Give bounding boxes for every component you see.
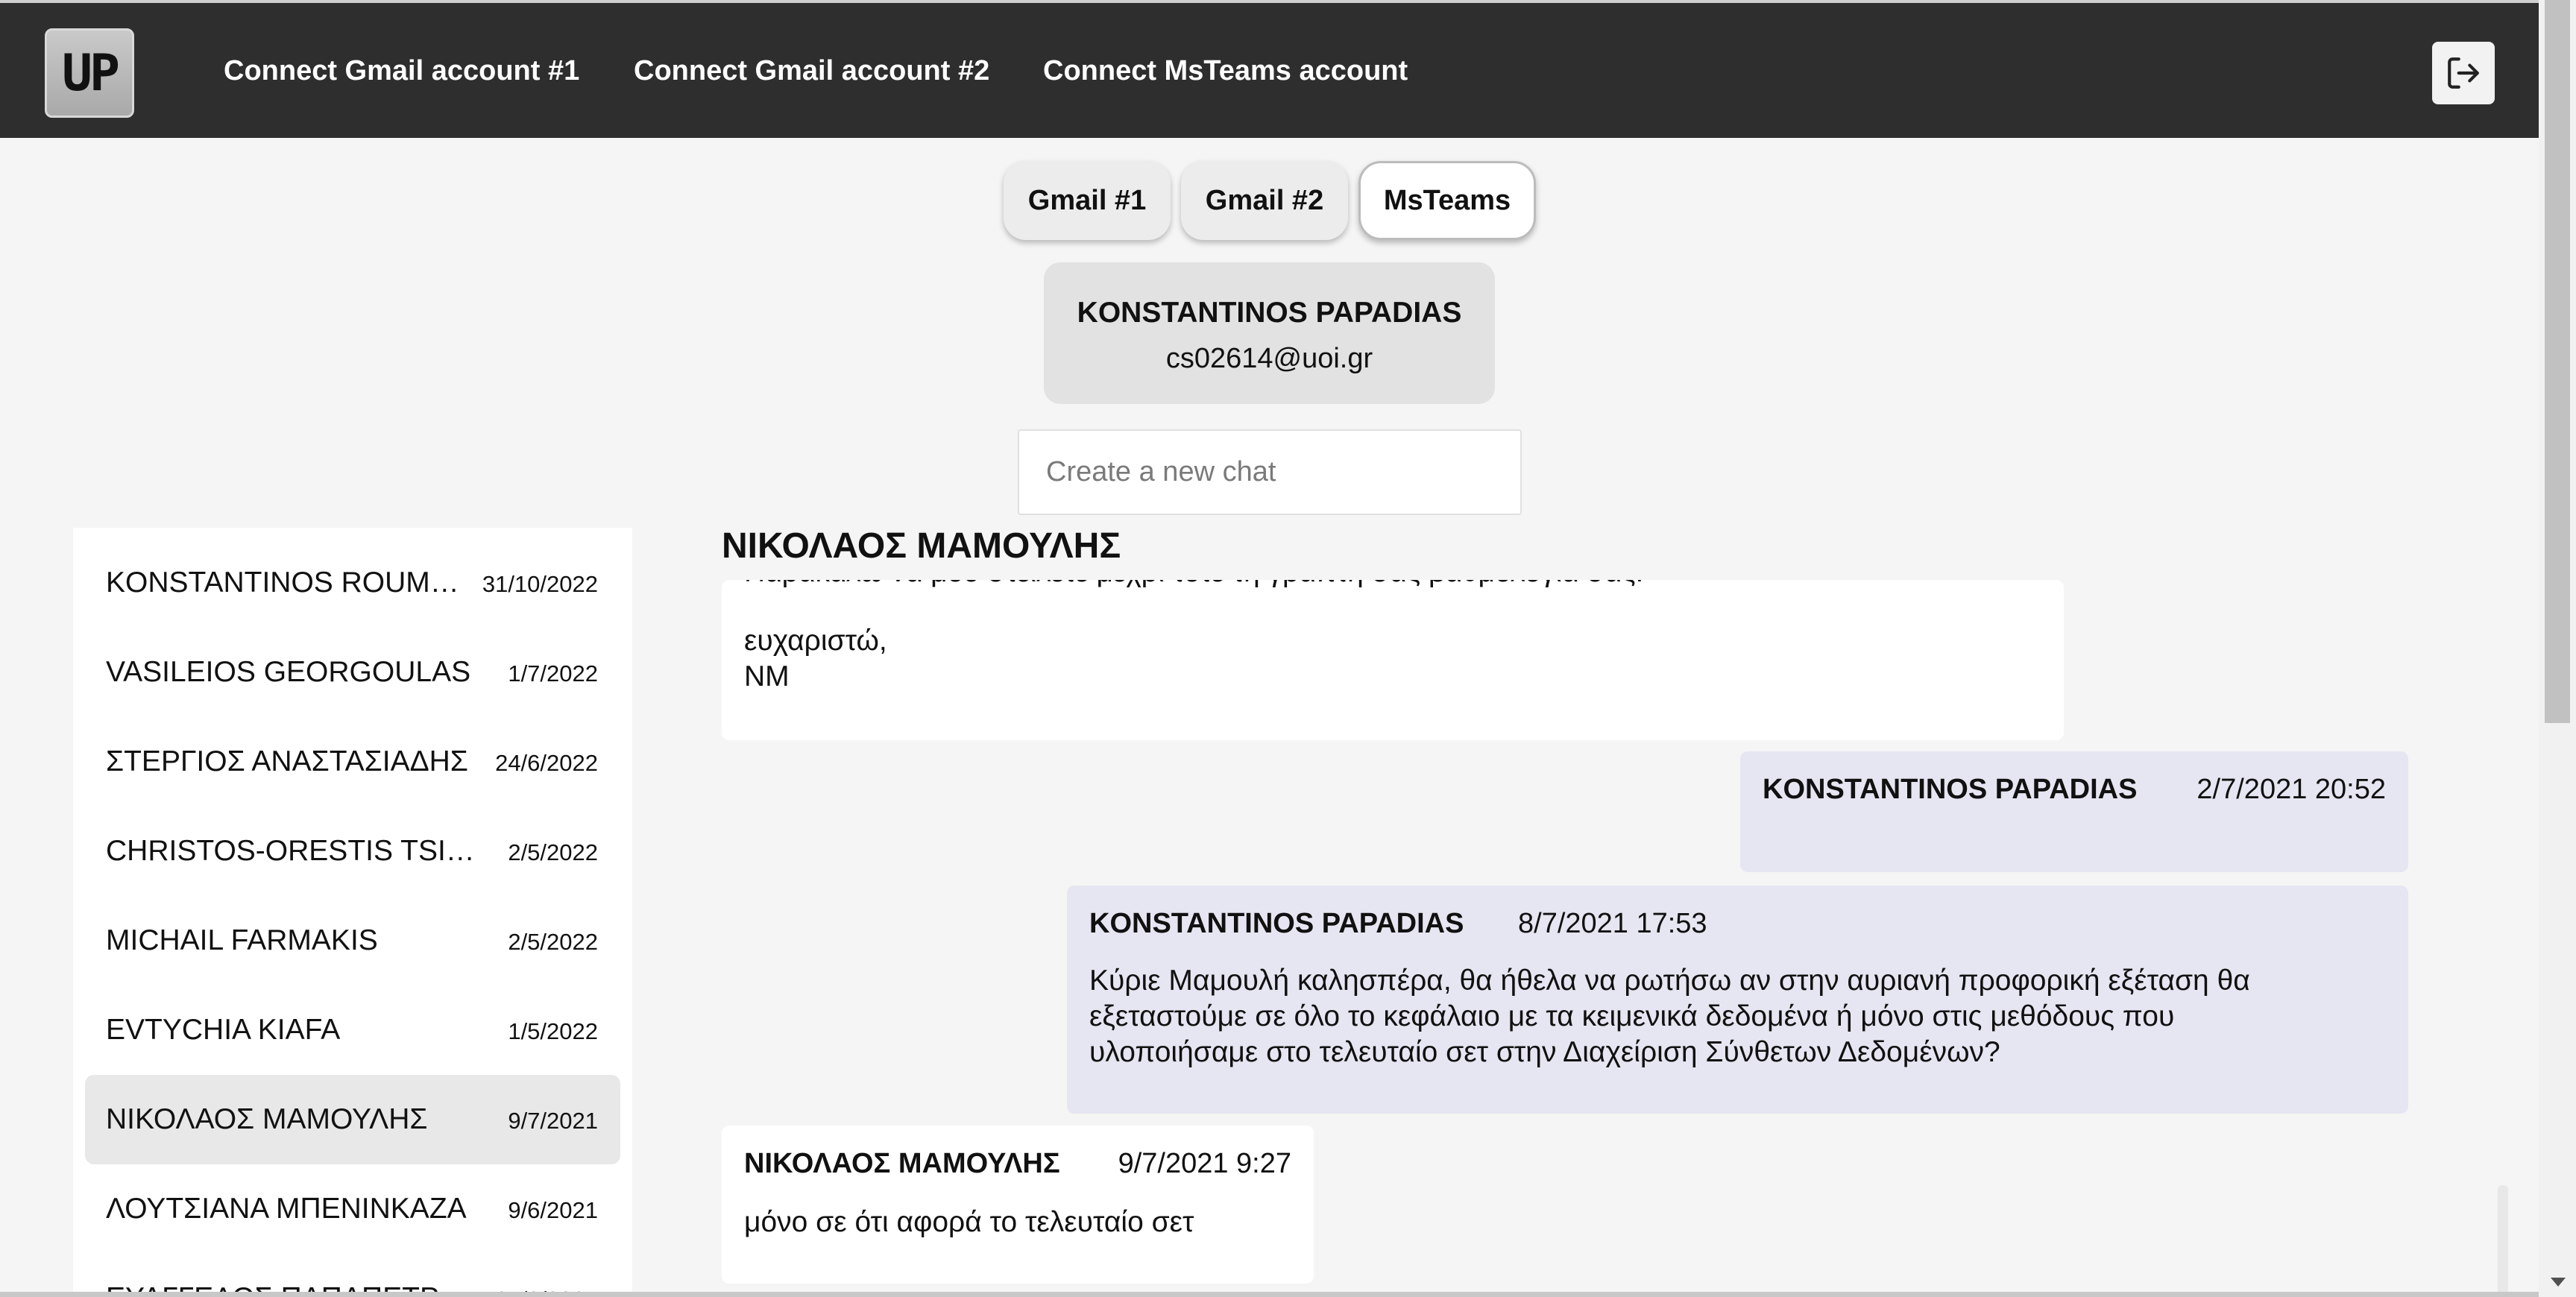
chat-item-name: ΝΙΚΟΛΑΟΣ ΜΑΜΟΥΛΗΣ: [106, 1103, 428, 1135]
message-line: ΝΜ: [744, 660, 790, 692]
chat-item-name: EVTYCHIA KIAFA: [106, 1014, 341, 1046]
message-received: Παρακαλώ να μου στείλετε μέχρι τότε τη γ…: [722, 580, 2064, 740]
chat-item-date: 2/5/2022: [508, 839, 598, 865]
profile-email: cs02614@uoi.gr: [1165, 343, 1373, 374]
message-time: 8/7/2021 17:53: [1518, 908, 1707, 939]
connect-gmail-2-link[interactable]: Connect Gmail account #2: [634, 55, 989, 87]
message-sender: ΝΙΚΟΛΑΟΣ ΜΑΜΟΥΛΗΣ: [744, 1148, 1060, 1179]
chat-list-item[interactable]: VASILEIOS GEORGOULAS 1/7/2022: [85, 628, 620, 717]
message-time: 9/7/2021 9:27: [1118, 1148, 1291, 1179]
chat-item-name: KONSTANTINOS ROUM…: [106, 567, 459, 599]
conversation-messages: Παρακαλώ να μου στείλετε μέχρι τότε τη γ…: [722, 580, 2414, 1297]
connect-msteams-link[interactable]: Connect MsTeams account: [1043, 55, 1408, 87]
message-line: μόνο σε ότι αφορά το τελευταίο σετ: [744, 1206, 1194, 1238]
tab-gmail-1[interactable]: Gmail #1: [1004, 161, 1171, 240]
new-chat-input[interactable]: [1018, 429, 1522, 515]
chat-item-name: ΣΤΕΡΓΙΟΣ ΑΝΑΣΤΑΣΙΑΔΗΣ: [106, 745, 468, 777]
chat-list-item[interactable]: KONSTANTINOS ROUM… 31/10/2022: [85, 538, 620, 628]
chat-list-item[interactable]: CHRISTOS-ORESTIS TSI… 2/5/2022: [85, 807, 620, 896]
profile-name: KONSTANTINOS PAPADIAS: [1077, 297, 1462, 329]
chat-item-date: 24/6/2022: [495, 750, 598, 776]
message-sent: KONSTANTINOS PAPADIAS 2/7/2021 20:52: [1740, 751, 2408, 872]
chat-item-date: 9/6/2021: [508, 1197, 598, 1223]
chat-item-date: 31/10/2022: [482, 571, 598, 597]
chat-list: KONSTANTINOS ROUM… 31/10/2022 VASILEIOS …: [73, 528, 632, 1297]
chat-item-date: 9/7/2021: [508, 1108, 598, 1134]
logout-button[interactable]: [2432, 42, 2495, 104]
logout-icon: [2448, 57, 2479, 89]
scrollbar-thumb[interactable]: [2545, 0, 2570, 723]
conversation-title: ΝΙΚΟΛΑΟΣ ΜΑΜΟΥΛΗΣ: [722, 526, 1121, 566]
tab-msteams[interactable]: MsTeams: [1358, 161, 1536, 240]
message-time: 2/7/2021 20:52: [2196, 774, 2386, 805]
chat-list-item[interactable]: ΛΟΥΤΣΙΑΝΑ ΜΠΕΝΙΝΚΑΖΑ 9/6/2021: [85, 1164, 620, 1254]
top-navbar: UP Connect Gmail account #1 Connect Gmai…: [0, 0, 2539, 138]
account-tabs: Gmail #1 Gmail #2 MsTeams: [0, 161, 2539, 243]
chat-item-name: MICHAIL FARMAKIS: [106, 924, 378, 956]
chat-item-date: 2/5/2022: [508, 929, 598, 955]
profile-card: KONSTANTINOS PAPADIAS cs02614@uoi.gr: [1044, 262, 1495, 404]
message-line: Παρακαλώ να μου στείλετε μέχρι τότε τη γ…: [744, 580, 1643, 590]
conversation-scrollbar[interactable]: [2498, 1185, 2508, 1297]
chat-list-item[interactable]: MICHAIL FARMAKIS 2/5/2022: [85, 896, 620, 985]
page-scrollbar[interactable]: [2539, 0, 2576, 1297]
chat-item-name: ΛΟΥΤΣΙΑΝΑ ΜΠΕΝΙΝΚΑΖΑ: [106, 1193, 467, 1225]
message-line: ευχαριστώ,: [744, 625, 887, 657]
tab-gmail-2[interactable]: Gmail #2: [1181, 161, 1348, 240]
message-line: εξεταστούμε σε όλο το κεφάλαιο με τα κει…: [1089, 1000, 2175, 1032]
horizontal-scrollbar[interactable]: [0, 1292, 2539, 1297]
message-sender: KONSTANTINOS PAPADIAS: [1763, 774, 2138, 805]
app-logo[interactable]: UP: [45, 28, 134, 118]
chat-item-date: 1/7/2022: [508, 660, 598, 687]
chat-list-item[interactable]: EVTYCHIA KIAFA 1/5/2022: [85, 985, 620, 1075]
chat-item-name: VASILEIOS GEORGOULAS: [106, 656, 471, 688]
message-sent: KONSTANTINOS PAPADIAS 8/7/2021 17:53 Κύρ…: [1067, 886, 2408, 1114]
chat-item-date: 1/5/2022: [508, 1018, 598, 1044]
chat-item-name: CHRISTOS-ORESTIS TSI…: [106, 835, 475, 867]
scroll-down-icon[interactable]: [2551, 1278, 2566, 1287]
chat-list-item[interactable]: ΣΤΕΡΓΙΟΣ ΑΝΑΣΤΑΣΙΑΔΗΣ 24/6/2022: [85, 717, 620, 807]
chat-list-item[interactable]: ΕΥΑΓΓΕΛΟΣ ΠΑΠΑΠΕΤΡ… 25/3/2021: [85, 1254, 620, 1297]
message-received: ΝΙΚΟΛΑΟΣ ΜΑΜΟΥΛΗΣ 9/7/2021 9:27 μόνο σε …: [722, 1126, 1314, 1284]
message-sender: KONSTANTINOS PAPADIAS: [1089, 908, 1464, 939]
message-line: Κύριε Μαμουλή καλησπέρα, θα ήθελα να ρωτ…: [1089, 965, 2250, 997]
chat-list-item-selected[interactable]: ΝΙΚΟΛΑΟΣ ΜΑΜΟΥΛΗΣ 9/7/2021: [85, 1075, 620, 1164]
message-line: υλοποιήσαμε στο τελευταίο σετ στην Διαχε…: [1089, 1036, 2000, 1068]
connect-gmail-1-link[interactable]: Connect Gmail account #1: [224, 55, 579, 87]
